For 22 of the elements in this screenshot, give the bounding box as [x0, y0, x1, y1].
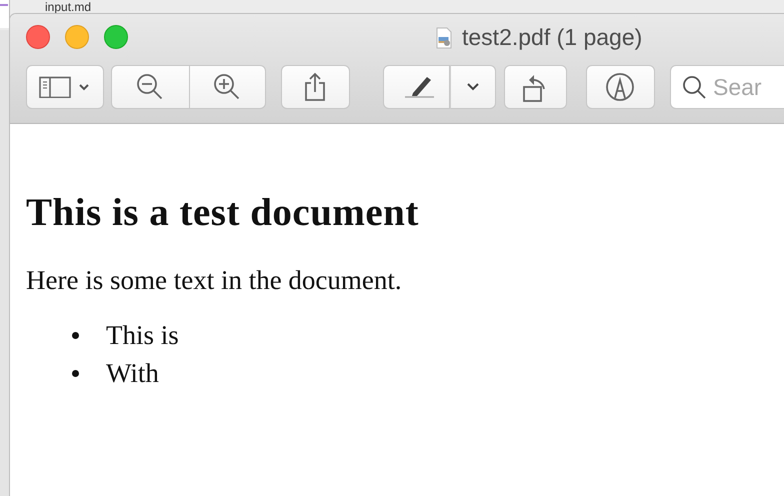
- highlight-button[interactable]: [383, 65, 450, 109]
- search-field[interactable]: Sear: [670, 65, 784, 109]
- close-button[interactable]: [26, 25, 50, 49]
- zoom-in-button[interactable]: [190, 65, 266, 109]
- share-button[interactable]: [280, 65, 350, 109]
- document-heading: This is a test document: [26, 190, 420, 236]
- document-paragraph: Here is some text in the document.: [26, 264, 403, 296]
- zoom-out-button[interactable]: [110, 65, 190, 109]
- list-item: With: [106, 357, 159, 390]
- markup-button[interactable]: [586, 65, 655, 109]
- list-item: This is: [106, 319, 179, 352]
- chevron-down-icon: [466, 82, 480, 92]
- rotate-button[interactable]: [504, 65, 567, 109]
- sidebar-button[interactable]: [26, 65, 104, 109]
- pen-circle-icon: [605, 72, 636, 102]
- share-icon: [303, 72, 328, 102]
- list-bullet: [72, 332, 79, 338]
- sidebar-icon: [38, 76, 91, 98]
- window-title: test2.pdf (1 page): [462, 24, 642, 51]
- window-title: input.md: [45, 0, 92, 14]
- pdf-file-icon: [436, 26, 452, 48]
- list-bullet: [72, 370, 79, 376]
